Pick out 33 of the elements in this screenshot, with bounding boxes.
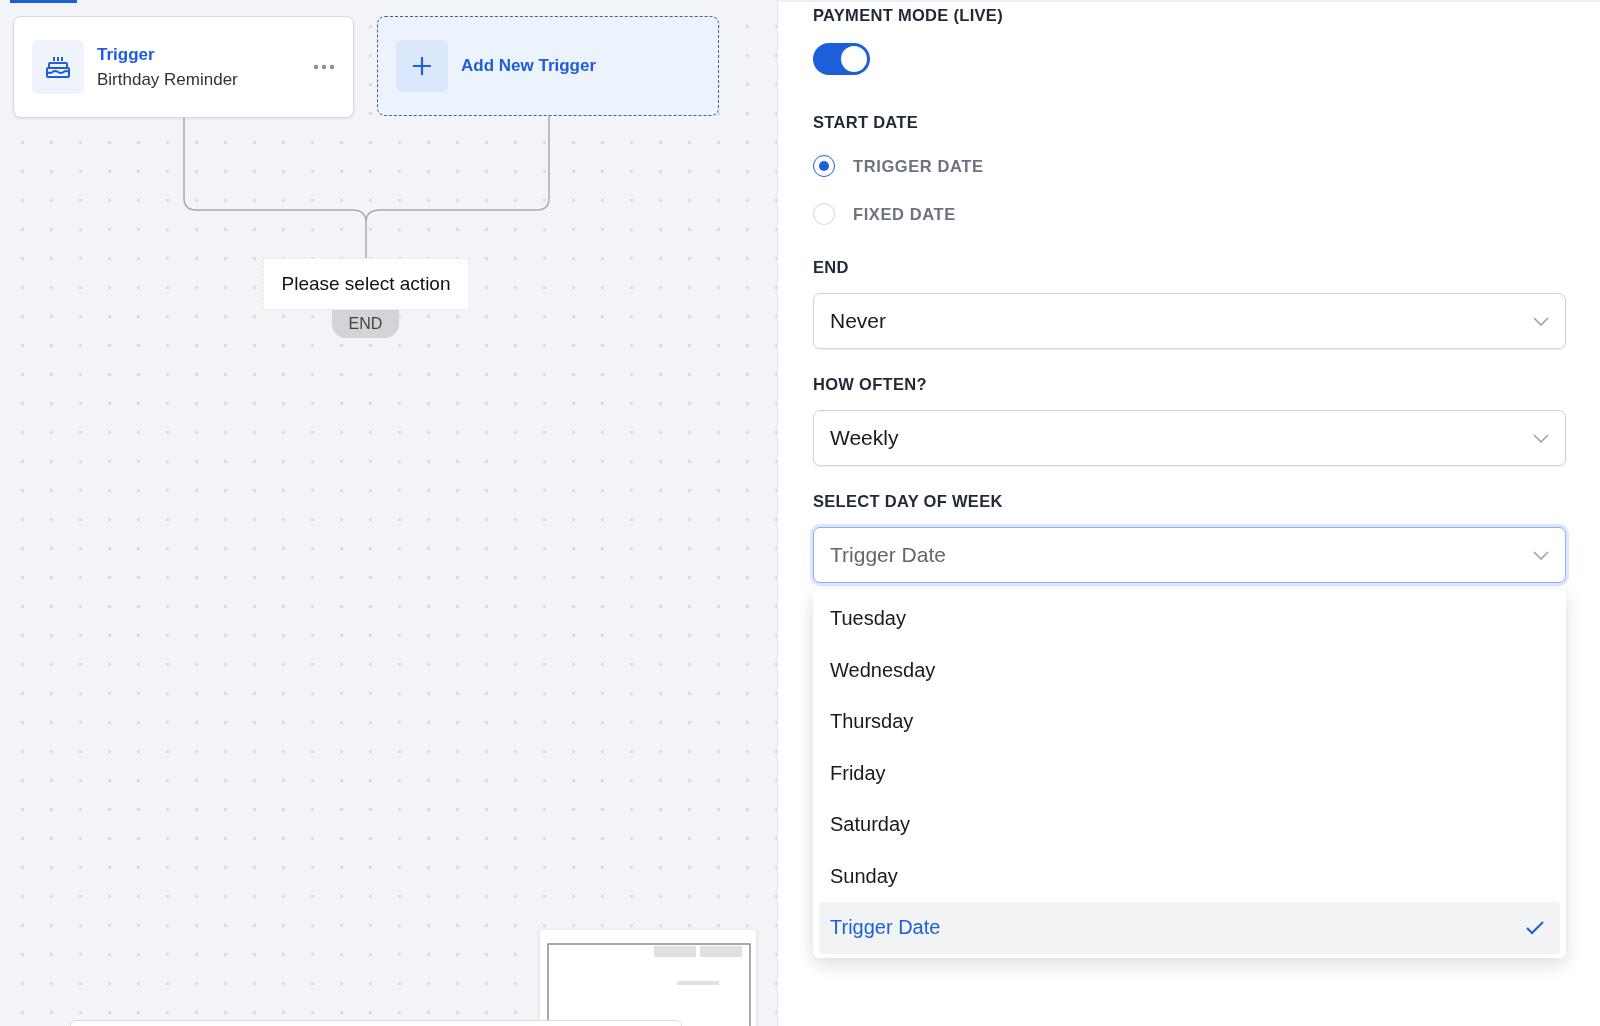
select-field[interactable]: Weekly — [813, 410, 1566, 466]
dropdown-option[interactable]: Saturday — [819, 799, 1560, 851]
field-label: HOW OFTEN? — [813, 375, 927, 393]
action-node[interactable]: Please select action — [263, 258, 469, 310]
select-field[interactable]: Trigger Date — [813, 527, 1566, 583]
chevron-down-icon — [1533, 550, 1549, 560]
more-options-icon[interactable] — [313, 64, 335, 70]
trigger-card[interactable]: Trigger Birthday Reminder — [13, 16, 354, 118]
radio-label[interactable]: TRIGGER DATE — [853, 156, 984, 176]
minimap[interactable] — [540, 930, 756, 1026]
field-label: PAYMENT MODE (LIVE) — [813, 6, 1003, 24]
select-field[interactable]: Never — [813, 293, 1566, 349]
dropdown-option[interactable]: Trigger Date — [819, 902, 1560, 954]
trigger-name: Birthday Reminder — [97, 69, 239, 90]
payment-mode-toggle[interactable] — [813, 43, 870, 75]
cake-icon — [45, 54, 71, 80]
add-trigger-button[interactable]: Add New Trigger — [377, 16, 719, 116]
dropdown-option[interactable]: Friday — [819, 747, 1560, 799]
chevron-down-icon — [1533, 433, 1549, 443]
dropdown-option[interactable]: Sunday — [819, 850, 1560, 902]
dropdown-option[interactable]: Thursday — [819, 696, 1560, 748]
field-label: END — [813, 258, 849, 276]
field-label: SELECT DAY OF WEEK — [813, 492, 1003, 510]
trigger-title: Trigger — [97, 44, 156, 65]
active-tab-indicator — [10, 0, 77, 3]
end-node: END — [332, 310, 399, 338]
dropdown-option[interactable]: Wednesday — [819, 644, 1560, 696]
field-label: START DATE — [813, 113, 919, 131]
dropdown-option[interactable]: Tuesday — [819, 593, 1560, 645]
radio-label[interactable]: FIXED DATE — [853, 204, 956, 224]
chevron-down-icon — [1533, 316, 1549, 326]
checkmark-icon — [1526, 920, 1544, 935]
plus-icon — [412, 56, 432, 76]
